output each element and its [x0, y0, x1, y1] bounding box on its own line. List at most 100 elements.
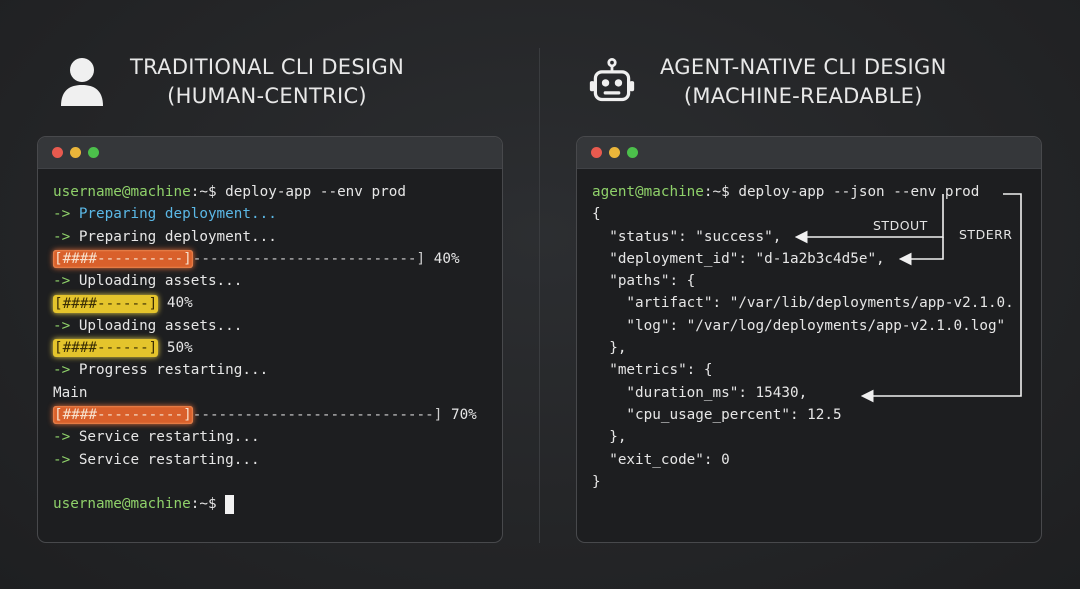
- terminal-line: "paths": {: [592, 270, 1035, 292]
- terminal-line: -> Progress restarting...: [53, 359, 496, 381]
- terminal-line: [####----------] ------------------------…: [53, 404, 496, 426]
- output-text: Main: [53, 384, 88, 401]
- prompt-user: agent@machine: [592, 184, 704, 200]
- terminal-line: [####------] 50%: [53, 337, 496, 359]
- user-icon: [61, 58, 103, 106]
- minimize-dot-icon[interactable]: [609, 147, 620, 158]
- progress-bar: [####------]: [53, 339, 159, 358]
- terminal-line: [####----------] ------------------------…: [53, 248, 496, 270]
- left-terminal-titlebar: [38, 137, 502, 169]
- progress-percent: 70%: [450, 406, 477, 423]
- right-terminal-window: agent@machine:~$ deploy-app --json --env…: [576, 136, 1042, 543]
- progress-percent: 50%: [166, 340, 193, 357]
- arrow-prefix: ->: [53, 228, 71, 245]
- progress-percent: 40%: [166, 295, 193, 312]
- progress-track: [158, 292, 167, 314]
- right-title: AGENT-NATIVE CLI DESIGN (MACHINE-READABL…: [660, 53, 947, 111]
- output-text: "status": "success",: [592, 228, 782, 245]
- left-header: TRADITIONAL CLI DESIGN (HUMAN-CENTRIC): [58, 52, 404, 112]
- output-text: },: [592, 340, 627, 357]
- maximize-dot-icon[interactable]: [627, 147, 638, 158]
- prompt-sep: :~$: [703, 184, 730, 200]
- output-text: "duration_ms": 15430,: [592, 384, 808, 401]
- progress-bar: [####----------]: [53, 250, 193, 269]
- terminal-line: "artifact": "/var/lib/deployments/app-v2…: [592, 292, 1035, 314]
- terminal-line: }: [592, 471, 1035, 493]
- arrow-prefix: ->: [53, 206, 71, 223]
- output-text: "artifact": "/var/lib/deployments/app-v2…: [592, 295, 1014, 312]
- left-terminal-output: username@machine:~$ deploy-app --env pro…: [53, 181, 496, 515]
- terminal-line: username@machine:~$ deploy-app --env pro…: [53, 181, 496, 203]
- arrow-prefix: ->: [53, 317, 71, 334]
- right-title-line2: (MACHINE-READABLE): [683, 84, 923, 108]
- terminal-line: },: [592, 426, 1035, 448]
- cursor-block: [225, 494, 235, 514]
- right-title-line1: AGENT-NATIVE CLI DESIGN: [660, 55, 947, 79]
- prompt-user: username@machine: [53, 184, 191, 200]
- center-divider: [539, 48, 540, 543]
- terminal-line: [####------] 40%: [53, 292, 496, 314]
- close-dot-icon[interactable]: [591, 147, 602, 158]
- output-text: "deployment_id": "d-1a2b3c4d5e",: [592, 250, 885, 267]
- arrow-prefix: ->: [53, 273, 71, 290]
- progress-bar: [####------]: [53, 294, 159, 313]
- terminal-line: Main: [53, 382, 496, 404]
- output-text: "log": "/var/log/deployments/app-v2.1.0.…: [592, 317, 1006, 334]
- arrow-prefix: ->: [53, 451, 71, 468]
- terminal-line: -> Uploading assets...: [53, 315, 496, 337]
- terminal-line: username@machine:~$: [53, 493, 496, 515]
- terminal-line: },: [592, 337, 1035, 359]
- terminal-line: -> Service restarting...: [53, 449, 496, 471]
- terminal-line: -> Service restarting...: [53, 426, 496, 448]
- left-title-line1: TRADITIONAL CLI DESIGN: [130, 55, 405, 79]
- left-terminal-window: username@machine:~$ deploy-app --env pro…: [37, 136, 503, 543]
- close-dot-icon[interactable]: [52, 147, 63, 158]
- command-text: [217, 493, 226, 515]
- output-text: },: [592, 429, 627, 446]
- log-message: Preparing deployment...: [70, 206, 277, 223]
- terminal-line: "metrics": {: [592, 359, 1035, 381]
- terminal-line: "log": "/var/log/deployments/app-v2.1.0.…: [592, 315, 1035, 337]
- command-text: deploy-app --env prod: [216, 184, 406, 200]
- left-title-line2: (HUMAN-CENTRIC): [167, 84, 367, 108]
- maximize-dot-icon[interactable]: [88, 147, 99, 158]
- log-message: Service restarting...: [70, 451, 260, 468]
- right-header: AGENT-NATIVE CLI DESIGN (MACHINE-READABL…: [588, 52, 947, 112]
- log-message: Preparing deployment...: [70, 228, 277, 245]
- prompt-sep: :~$: [190, 496, 217, 513]
- terminal-line: "deployment_id": "d-1a2b3c4d5e",: [592, 248, 1035, 270]
- progress-percent: 40%: [433, 250, 460, 267]
- log-message: Progress restarting...: [70, 362, 269, 379]
- stderr-label: STDERR: [959, 227, 1013, 242]
- terminal-line: -> Preparing deployment...: [53, 226, 496, 248]
- stdout-label: STDOUT: [873, 218, 928, 233]
- log-message: Uploading assets...: [70, 273, 243, 290]
- output-text: "metrics": {: [592, 362, 713, 379]
- minimize-dot-icon[interactable]: [70, 147, 81, 158]
- output-text: }: [592, 473, 601, 490]
- right-terminal-titlebar: [577, 137, 1041, 169]
- left-title: TRADITIONAL CLI DESIGN (HUMAN-CENTRIC): [130, 53, 404, 111]
- terminal-line: "exit_code": 0: [592, 449, 1035, 471]
- output-text: "exit_code": 0: [592, 451, 730, 468]
- terminal-line: agent@machine:~$ deploy-app --json --env…: [592, 181, 1035, 203]
- output-text: "cpu_usage_percent": 12.5: [592, 406, 842, 423]
- log-message: Uploading assets...: [70, 317, 243, 334]
- arrow-prefix: ->: [53, 362, 71, 379]
- terminal-line: [53, 471, 496, 493]
- terminal-line: -> Preparing deployment...: [53, 203, 496, 225]
- progress-bar: [####----------]: [53, 406, 193, 425]
- progress-track: --------------------------]: [192, 250, 434, 267]
- robot-icon: [589, 58, 635, 102]
- prompt-user: username@machine: [53, 496, 191, 513]
- terminal-line: {: [592, 203, 1035, 225]
- output-text: {: [592, 206, 601, 223]
- output-text: "paths": {: [592, 273, 696, 290]
- terminal-line: -> Uploading assets...: [53, 270, 496, 292]
- arrow-prefix: ->: [53, 429, 71, 446]
- progress-track: [158, 337, 167, 359]
- progress-track: ----------------------------]: [192, 406, 451, 423]
- prompt-sep: :~$: [190, 184, 217, 200]
- log-message: Service restarting...: [70, 429, 260, 446]
